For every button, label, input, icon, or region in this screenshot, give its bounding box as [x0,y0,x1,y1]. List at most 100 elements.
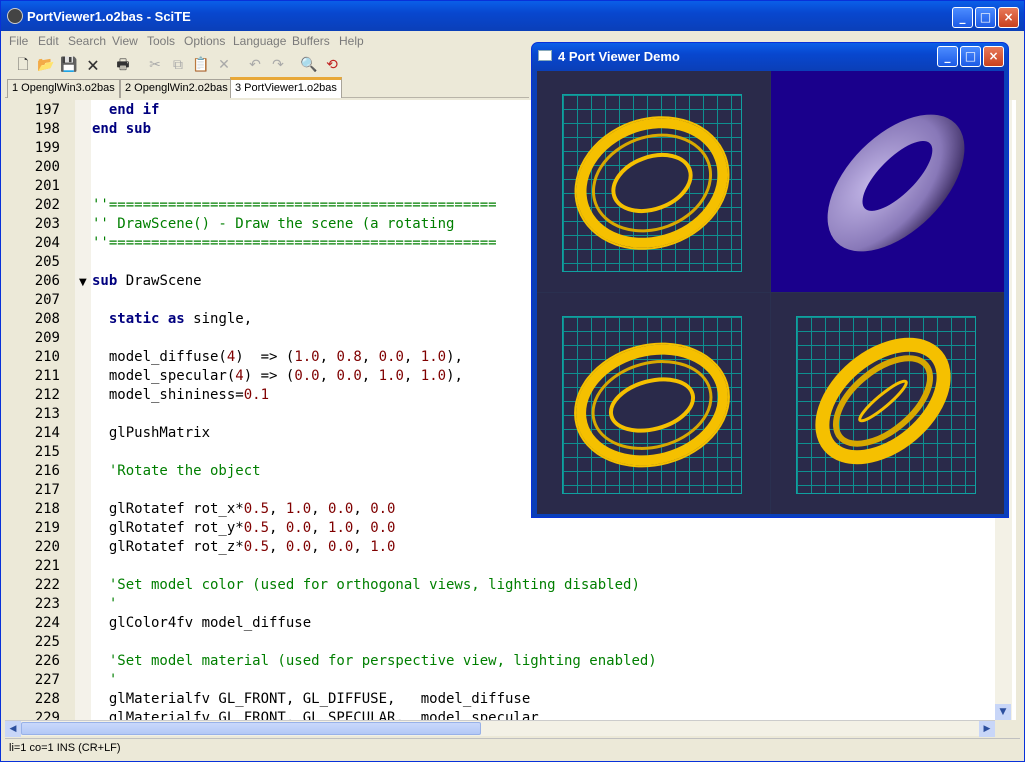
line-number: 206 [34,273,60,289]
code-line[interactable]: ' [92,596,117,612]
open-folder-icon[interactable]: 📂 [36,55,56,75]
app-icon [7,8,23,24]
menu-help[interactable]: Help [339,34,364,48]
fold-margin[interactable] [75,100,91,720]
code-line[interactable]: end sub [92,121,151,137]
scroll-left-icon[interactable]: ◀ [5,721,21,737]
line-number: 217 [34,482,60,498]
close-file-icon[interactable]: 🗙 [83,55,103,75]
line-number: 229 [34,710,60,720]
horizontal-scroll-thumb[interactable] [21,722,481,735]
viewport-bottom-right[interactable] [771,293,1004,514]
viewport-top-left[interactable] [537,71,770,292]
menu-language[interactable]: Language [233,34,286,48]
tab-openglwin3[interactable]: 1 OpenglWin3.o2bas [7,79,120,98]
delete-icon[interactable]: ✕ [214,55,234,75]
replace-icon[interactable]: ⟲ [322,55,342,75]
code-line[interactable]: glMaterialfv GL_FRONT, GL_SPECULAR, mode… [92,710,539,720]
code-line[interactable]: glMaterialfv GL_FRONT, GL_DIFFUSE, model… [92,691,530,707]
menu-buffers[interactable]: Buffers [292,34,330,48]
buffer-tabs: 1 OpenglWin3.o2bas 2 OpenglWin2.o2bas 3 … [5,77,529,98]
popup-minimize-button[interactable]: _ [937,46,958,67]
scroll-right-icon[interactable]: ▶ [979,721,995,737]
line-number: 223 [34,596,60,612]
viewport-bottom-left[interactable] [537,293,770,514]
save-icon[interactable]: 💾 [59,55,79,75]
popup-title: 4 Port Viewer Demo [558,49,680,64]
code-line[interactable]: static as single, [92,311,252,327]
horizontal-scrollbar[interactable]: ◀ ▶ [5,720,995,737]
close-button[interactable]: × [998,7,1019,28]
fold-marker-icon[interactable]: ▼ [79,277,87,288]
print-icon[interactable]: 🖶 [113,55,133,75]
menu-tools[interactable]: Tools [147,34,175,48]
code-line[interactable]: glPushMatrix [92,425,210,441]
tab-openglwin2[interactable]: 2 OpenglWin2.o2bas [120,79,233,98]
line-number: 225 [34,634,60,650]
line-number: 207 [34,292,60,308]
status-text: li=1 co=1 INS (CR+LF) [9,742,121,754]
line-number: 197 [34,102,60,118]
line-number: 226 [34,653,60,669]
redo-icon[interactable]: ↷ [268,55,288,75]
code-line[interactable]: 'Set model color (used for orthogonal vi… [92,577,640,593]
code-line[interactable]: glColor4fv model_diffuse [92,615,311,631]
line-number: 202 [34,197,60,213]
code-line[interactable]: ''======================================… [92,235,497,251]
line-number: 200 [34,159,60,175]
popup-close-button[interactable]: × [983,46,1004,67]
code-line[interactable]: glRotatef rot_x*0.5, 1.0, 0.0, 0.0 [92,501,396,517]
line-number: 219 [34,520,60,536]
new-file-icon[interactable]: 🗋 [13,55,33,75]
line-number: 211 [34,368,60,384]
code-line[interactable]: sub DrawScene [92,273,202,289]
code-line[interactable]: model_diffuse(4) => (1.0, 0.8, 0.0, 1.0)… [92,349,463,365]
line-number: 216 [34,463,60,479]
line-number: 212 [34,387,60,403]
line-number: 199 [34,140,60,156]
line-number: 214 [34,425,60,441]
undo-icon[interactable]: ↶ [245,55,265,75]
menu-view[interactable]: View [112,34,138,48]
paste-icon[interactable]: 📋 [191,55,211,75]
code-line[interactable]: end if [92,102,160,118]
line-number: 218 [34,501,60,517]
line-number: 201 [34,178,60,194]
wire-torus-bottom-right [815,337,951,465]
cut-icon[interactable]: ✂ [145,55,165,75]
scroll-down-icon[interactable]: ▼ [995,704,1011,720]
title-bar[interactable]: PortViewer1.o2bas - SciTE _ □ × [1,1,1024,31]
find-icon[interactable]: 🔍 [299,55,319,75]
code-line[interactable]: 'Rotate the object [92,463,261,479]
port-viewer-window[interactable]: 4 Port Viewer Demo _ □ × [531,42,1009,518]
code-line[interactable]: model_specular(4) => (0.0, 0.0, 1.0, 1.0… [92,368,463,384]
shaded-torus [827,114,965,252]
code-line[interactable]: model_shininess=0.1 [92,387,269,403]
code-line[interactable]: ''======================================… [92,197,497,213]
gl-viewport[interactable] [537,71,1004,514]
maximize-button[interactable]: □ [975,7,996,28]
window-title: PortViewer1.o2bas - SciTE [27,9,191,24]
line-number: 209 [34,330,60,346]
line-number: 205 [34,254,60,270]
popup-maximize-button[interactable]: □ [960,46,981,67]
menu-search[interactable]: Search [68,34,106,48]
code-line[interactable]: glRotatef rot_y*0.5, 0.0, 1.0, 0.0 [92,520,396,536]
code-line[interactable]: '' DrawScene() - Draw the scene (a rotat… [92,216,454,232]
code-line[interactable]: 'Set model material (used for perspectiv… [92,653,657,669]
status-bar: li=1 co=1 INS (CR+LF) [5,738,1020,758]
wire-torus-bottom-left [574,342,730,468]
line-number: 221 [34,558,60,574]
minimize-button[interactable]: _ [952,7,973,28]
viewport-perspective[interactable] [771,71,1004,292]
menu-edit[interactable]: Edit [38,34,59,48]
menu-file[interactable]: File [9,34,28,48]
copy-icon[interactable]: ⧉ [168,55,188,75]
tab-portviewer1[interactable]: 3 PortViewer1.o2bas [230,77,342,98]
line-number: 220 [34,539,60,555]
code-line[interactable]: glRotatef rot_z*0.5, 0.0, 0.0, 1.0 [92,539,396,555]
code-line[interactable]: ' [92,672,117,688]
line-number: 208 [34,311,60,327]
popup-title-bar[interactable]: 4 Port Viewer Demo _ □ × [532,43,1008,70]
menu-options[interactable]: Options [184,34,225,48]
